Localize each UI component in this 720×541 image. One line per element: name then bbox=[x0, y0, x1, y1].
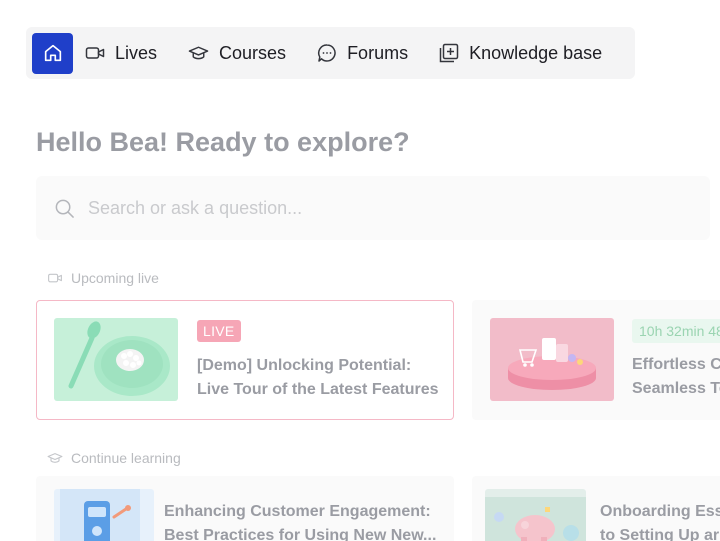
nav-item-label: Courses bbox=[219, 42, 287, 63]
live-thumbnail bbox=[54, 318, 178, 401]
nav-item-knowledge-base[interactable]: Knowledge base bbox=[439, 43, 602, 64]
nav-item-label: Forums bbox=[347, 42, 409, 63]
top-navigation: Lives Courses Forums Knowledge base bbox=[26, 27, 635, 79]
nav-item-forums[interactable]: Forums bbox=[317, 43, 408, 64]
course-card-title: Enhancing Customer Engagement: Best Prac… bbox=[164, 503, 437, 541]
live-card-title: [Demo] Unlocking Potential: Live Tour of… bbox=[197, 357, 439, 398]
live-card-title: Effortless C Seamless Te bbox=[632, 356, 720, 397]
video-icon bbox=[48, 273, 62, 283]
live-thumbnail bbox=[490, 318, 614, 401]
search-icon bbox=[55, 199, 74, 218]
search-placeholder: Search or ask a question... bbox=[88, 197, 303, 218]
nav-item-lives[interactable]: Lives bbox=[85, 43, 157, 64]
course-thumbnail bbox=[54, 489, 154, 541]
course-card-title: Onboarding Ess to Setting Up ar bbox=[600, 503, 720, 541]
live-badge: LIVE bbox=[197, 320, 241, 342]
plus-square-icon bbox=[439, 43, 459, 63]
section-continue-learning: Continue learning bbox=[47, 450, 181, 466]
chat-bubble-icon bbox=[318, 44, 336, 62]
course-card[interactable]: Onboarding Ess to Setting Up ar bbox=[472, 476, 720, 541]
section-upcoming-live: Upcoming live bbox=[47, 270, 159, 286]
nav-item-label: Knowledge base bbox=[469, 42, 603, 63]
course-thumbnail bbox=[485, 489, 586, 541]
live-card[interactable]: LIVE [Demo] Unlocking Potential: Live To… bbox=[36, 300, 454, 420]
search-input[interactable]: Search or ask a question... bbox=[36, 176, 710, 240]
section-label: Continue learning bbox=[71, 450, 181, 466]
video-icon bbox=[85, 47, 105, 59]
page-title: Hello Bea! Ready to explore? bbox=[36, 127, 410, 157]
live-card[interactable]: 10h 32min 48 Effortless C Seamless Te bbox=[472, 300, 720, 420]
countdown-badge: 10h 32min 48 bbox=[632, 319, 720, 343]
nav-item-label: Lives bbox=[115, 42, 158, 63]
section-label: Upcoming live bbox=[71, 270, 159, 286]
home-icon bbox=[44, 44, 61, 62]
graduation-cap-icon bbox=[188, 46, 209, 60]
graduation-cap-icon bbox=[47, 453, 63, 463]
course-card[interactable]: Enhancing Customer Engagement: Best Prac… bbox=[36, 476, 454, 541]
nav-item-courses[interactable]: Courses bbox=[188, 43, 286, 64]
nav-home-button[interactable] bbox=[32, 32, 73, 74]
